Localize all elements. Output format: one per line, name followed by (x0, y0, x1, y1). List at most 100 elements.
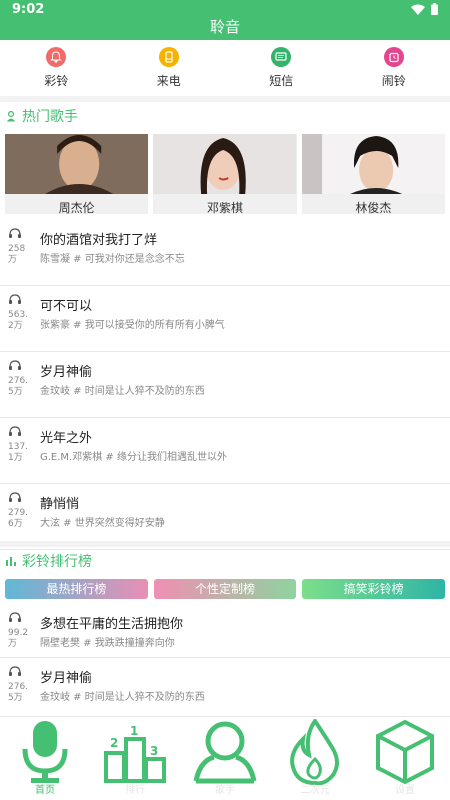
song-list: 258万 你的酒馆对我打了烊 陈雪凝 # 可我对你还是念念不忘 563.2万 可… (0, 220, 450, 550)
section-title: 热门歌手 (22, 109, 78, 125)
category-alarm[interactable]: 闹铃 (338, 40, 450, 96)
song-row[interactable]: 276.5万 岁月神偷 金玟岐 # 时间是让人猝不及防的东西 (0, 352, 450, 418)
play-count-value: 279.6万 (8, 508, 29, 529)
category-row: 彩铃 来电 短信 闹铃 (0, 40, 450, 96)
headphones-icon (9, 228, 21, 238)
song-title: 静悄悄 (40, 497, 80, 512)
song-subtitle: G.E.M.邓紫棋 # 缘分让我们相遇乱世以外 (40, 452, 227, 463)
headphones-icon (9, 426, 21, 436)
play-count: 563.2万 (8, 294, 32, 332)
play-count-value: 99.2万 (8, 628, 29, 649)
singer-card[interactable]: 邓紫棋 (153, 134, 297, 215)
song-row[interactable]: 276.5万 岁月神偷 金玟岐 # 时间是让人猝不及防的东西 (0, 658, 450, 716)
song-subtitle: 陈雪凝 # 可我对你还是念念不忘 (40, 254, 185, 265)
play-count: 137.1万 (8, 426, 32, 464)
section-title: 彩铃排行榜 (22, 554, 92, 570)
tab-hottest[interactable]: 最热排行榜 (5, 579, 148, 599)
nav-ranking[interactable]: 1 2 3 排行 (90, 717, 180, 800)
song-title: 岁月神偷 (40, 671, 93, 686)
divider (0, 96, 450, 102)
category-label: 短信 (269, 74, 294, 88)
hot-singers-header: 热门歌手 (6, 106, 78, 126)
song-title: 可不可以 (40, 299, 93, 314)
play-count-value: 563.2万 (8, 310, 29, 331)
divider (0, 541, 450, 547)
category-incoming-call[interactable]: 来电 (113, 40, 226, 96)
song-title: 多想在平庸的生活拥抱你 (40, 617, 184, 632)
song-row[interactable]: 563.2万 可不可以 张紫豪 # 我可以接受你的所有所有小脾气 (0, 286, 450, 352)
play-count-value: 276.5万 (8, 682, 29, 703)
play-count: 276.5万 (8, 360, 32, 398)
singer-name: 林俊杰 (355, 201, 392, 215)
status-bar: 9:02 (0, 0, 450, 20)
nav-label: 首页 (35, 785, 55, 796)
singer-list: 周杰伦 邓紫棋 林俊杰 (5, 134, 445, 215)
nav-label: 歌手 (215, 785, 235, 796)
nav-settings[interactable]: 设置 (360, 717, 450, 800)
ranking-song-list: 99.2万 多想在平庸的生活拥抱你 隔壁老樊 # 我跌跌撞撞奔向你 276.5万… (0, 604, 450, 716)
category-label: 闹铃 (381, 74, 406, 88)
headphones-icon (9, 294, 21, 304)
song-subtitle: 金玟岐 # 时间是让人猝不及防的东西 (40, 692, 205, 703)
song-row[interactable]: 99.2万 多想在平庸的生活拥抱你 隔壁老樊 # 我跌跌撞撞奔向你 (0, 604, 450, 658)
play-count: 99.2万 (8, 612, 32, 650)
play-count-value: 137.1万 (8, 442, 29, 463)
song-subtitle: 隔壁老樊 # 我跌跌撞撞奔向你 (40, 638, 175, 649)
singer-card[interactable]: 林俊杰 (301, 134, 445, 215)
bar-chart-icon (6, 557, 16, 566)
category-ringback[interactable]: 彩铃 (0, 40, 113, 96)
song-subtitle: 金玟岐 # 时间是让人猝不及防的东西 (40, 386, 205, 397)
play-count: 258万 (8, 228, 32, 266)
song-title: 你的酒馆对我打了烊 (40, 233, 158, 248)
nav-home[interactable]: 首页 (0, 717, 90, 800)
tab-custom[interactable]: 个性定制榜 (153, 579, 297, 599)
play-count-value: 258万 (8, 244, 26, 265)
singer-icon (193, 721, 257, 784)
wifi-icon (411, 4, 425, 15)
nav-anime[interactable]: 二次元 (270, 717, 360, 800)
message-icon (271, 47, 292, 67)
singer-card[interactable]: 周杰伦 (5, 134, 149, 215)
ranking-tabs: 最热排行榜 个性定制榜 搞笑彩铃榜 (5, 579, 446, 599)
app-title: 聆音 (209, 18, 240, 36)
alarm-icon (383, 47, 404, 67)
person-icon (6, 110, 16, 121)
svg-text:2: 2 (110, 736, 118, 750)
nav-label: 二次元 (300, 785, 330, 796)
tab-funny[interactable]: 搞笑彩铃榜 (302, 579, 446, 599)
song-row[interactable]: 258万 你的酒馆对我打了烊 陈雪凝 # 可我对你还是念念不忘 (0, 220, 450, 286)
singer-photo (301, 134, 445, 194)
headphones-icon (9, 360, 21, 370)
category-label: 来电 (156, 74, 181, 88)
app-bar: 聆音 (0, 20, 450, 40)
singer-photo (5, 134, 149, 194)
status-time: 9:02 (12, 2, 45, 17)
headphones-icon (9, 666, 21, 676)
song-row[interactable]: 137.1万 光年之外 G.E.M.邓紫棋 # 缘分让我们相遇乱世以外 (0, 418, 450, 484)
microphone-icon (22, 721, 68, 783)
svg-text:1: 1 (130, 724, 138, 738)
phone-icon (158, 47, 179, 67)
headphones-icon (9, 492, 21, 502)
play-count: 276.5万 (8, 666, 32, 704)
ranking-header: 彩铃排行榜 (6, 551, 92, 571)
bottom-nav: 首页 1 2 3 排行 歌手 二次元 设置 (0, 716, 450, 800)
song-subtitle: 张紫豪 # 我可以接受你的所有所有小脾气 (40, 320, 225, 331)
battery-icon (431, 3, 438, 15)
nav-label: 设置 (395, 785, 415, 796)
bell-icon (46, 47, 67, 67)
headphones-icon (9, 612, 21, 622)
nav-label: 排行 (125, 785, 145, 796)
svg-text:3: 3 (150, 744, 158, 758)
category-sms[interactable]: 短信 (225, 40, 338, 96)
podium-icon: 1 2 3 (104, 724, 166, 783)
nav-singer[interactable]: 歌手 (180, 717, 270, 800)
song-title: 岁月神偷 (40, 365, 93, 380)
cube-icon (376, 719, 434, 785)
play-count: 279.6万 (8, 492, 32, 530)
category-label: 彩铃 (44, 74, 69, 88)
song-subtitle: 大泫 # 世界突然变得好安静 (40, 518, 165, 529)
flame-icon (290, 719, 339, 785)
singer-photo (153, 134, 297, 194)
singer-name: 邓紫棋 (206, 201, 243, 215)
